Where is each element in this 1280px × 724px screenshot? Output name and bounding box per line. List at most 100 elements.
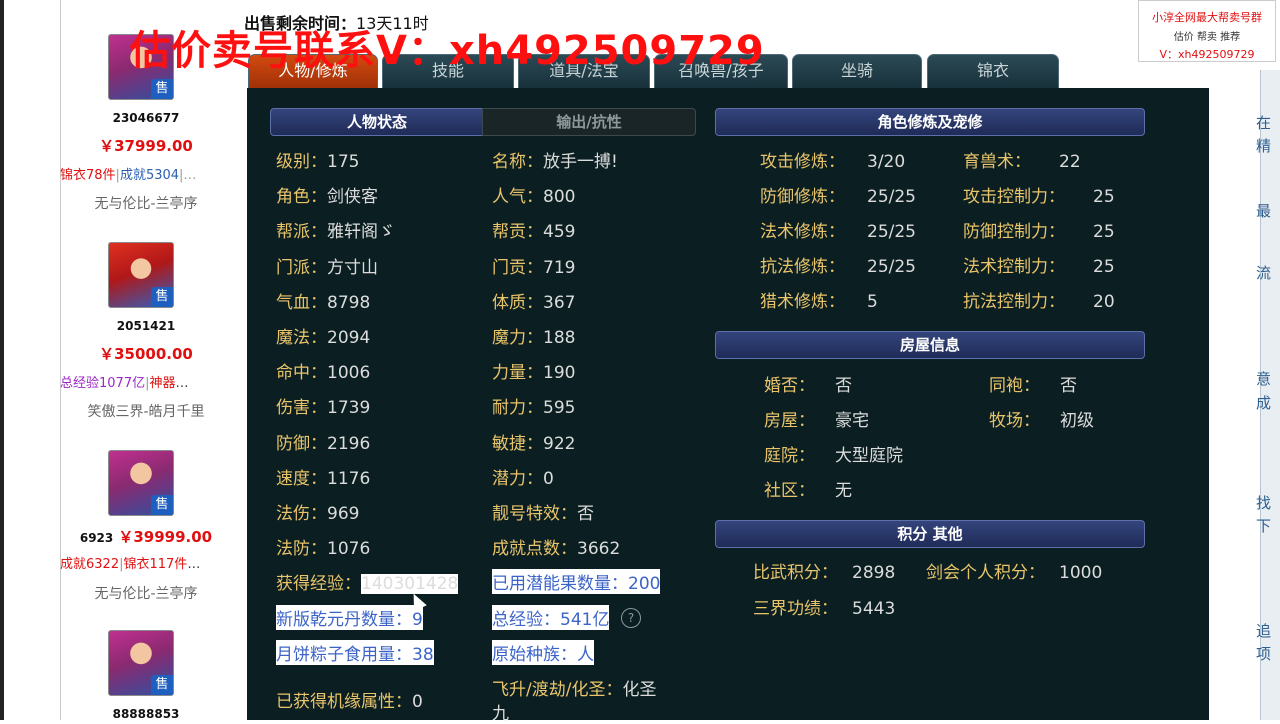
stat-row: 同袍： 否	[989, 371, 1077, 396]
tag: 锦衣78件	[60, 168, 116, 183]
sale-badge: 售	[151, 495, 173, 515]
stat-row: 门派：方寸山	[276, 253, 378, 278]
ad-box[interactable]: 小淳全网最大帮卖号群 估价 帮卖 推荐 V：xh492509729	[1138, 0, 1276, 62]
stat-row: 成就点数：3662	[492, 534, 620, 559]
stat-label: 帮贡：	[492, 222, 543, 243]
stat-row: 抗法修炼： 25/25	[760, 252, 916, 277]
stat-row: 九	[492, 699, 509, 724]
sale-badge: 售	[151, 287, 173, 307]
listing-card[interactable]: 售 6923 ￥39999.00 成就6322|锦衣117件… 无与伦比-兰亭序	[60, 448, 232, 608]
stat-value: 175	[327, 152, 360, 172]
stat-label: 帮派：	[276, 222, 327, 243]
stat-label: 育兽术：	[963, 152, 1031, 172]
tag: 锦衣117件	[123, 557, 188, 572]
stat-label: 体质：	[492, 292, 543, 313]
listing-card[interactable]: 售 88888853	[60, 630, 232, 721]
stat-value: 化圣	[622, 680, 657, 700]
sidebar-fragment[interactable]: 项	[1256, 643, 1280, 664]
stat-row: 已获得机缘属性：0	[276, 687, 423, 712]
section-score: 积分 其他	[715, 520, 1145, 548]
subtab-status[interactable]: 人物状态	[270, 108, 484, 136]
stat-row: 耐力：595	[492, 393, 575, 418]
stat-value: 1176	[327, 468, 371, 489]
stat-label: 速度：	[276, 468, 327, 489]
sidebar-fragment[interactable]: 精	[1256, 135, 1280, 156]
listing-id: 23046677	[112, 111, 180, 125]
stat-label: 同袍：	[989, 376, 1040, 396]
stat-label: 法术修炼：	[760, 222, 845, 242]
stat-label: 获得经验：	[276, 574, 361, 595]
stat-value: 1076	[327, 539, 371, 560]
stat-label: 已获得机缘属性：	[276, 692, 412, 712]
stat-label: 社区：	[764, 481, 815, 501]
stat-label: 法防：	[276, 539, 327, 560]
stat-label: 法术控制力：	[963, 257, 1065, 277]
avatar[interactable]: 售	[108, 450, 174, 516]
stat-value: 1006	[327, 363, 371, 384]
avatar[interactable]: 售	[108, 630, 174, 696]
stat-value: 剑侠客	[327, 187, 378, 208]
stat-value: 2094	[327, 328, 371, 348]
stat-row: 防御修炼： 25/25	[760, 182, 916, 207]
stat-row: 获得经验：140301428	[276, 569, 459, 595]
stat-value: 25	[1093, 187, 1115, 207]
help-icon[interactable]: ?	[621, 608, 641, 628]
stat-row: 法术修炼： 25/25	[760, 217, 916, 242]
stat-value: 3/20	[867, 152, 906, 172]
listing-card[interactable]: 售 2051421 ￥35000.00 总经验1077亿|神器… 笑傲三界-皓月…	[60, 240, 232, 425]
stat-label: 人气：	[492, 187, 543, 208]
stat-label: 防御：	[276, 433, 327, 454]
stat-label: 攻击控制力：	[963, 187, 1065, 207]
stat-value: 豪宅	[835, 411, 869, 431]
sidebar-fragment[interactable]: 在	[1256, 112, 1280, 133]
sidebar-fragment[interactable]: 追	[1256, 620, 1280, 641]
listing-tags: 锦衣78件|成就5304|…	[60, 168, 197, 183]
sidebar-fragment[interactable]: 成	[1256, 392, 1280, 413]
stat-label: 庭院：	[764, 446, 815, 466]
stat-value: 190	[543, 363, 576, 384]
listing-id: 88888853	[112, 707, 180, 721]
stat-value: 25	[1093, 257, 1115, 277]
sidebar-fragment[interactable]: 最	[1256, 200, 1280, 221]
stat-label: 级别：	[276, 152, 327, 172]
stat-value: 九	[492, 704, 509, 724]
stat-label: 命中：	[276, 363, 327, 384]
stat-row: 气血：8798	[276, 288, 370, 313]
stat-value: 人	[577, 644, 594, 665]
stat-value: 5	[867, 292, 878, 312]
sidebar-fragment[interactable]: 下	[1256, 515, 1280, 536]
tag: 成就5304	[119, 168, 180, 183]
stat-row: 级别：175	[276, 147, 359, 172]
stat-value: 969	[327, 504, 360, 524]
sidebar-fragment[interactable]: 意	[1256, 368, 1280, 389]
tab-outfits[interactable]: 锦衣	[927, 54, 1059, 89]
avatar[interactable]: 售	[108, 242, 174, 308]
tab-mounts[interactable]: 坐骑	[792, 54, 922, 89]
stat-value: 188	[543, 328, 576, 348]
stat-row: 法术控制力： 25	[963, 252, 1115, 277]
stat-label: 伤害：	[276, 398, 327, 419]
stat-row: 社区： 无	[764, 476, 852, 501]
stat-label: 飞升/渡劫/化圣：	[492, 680, 623, 700]
stat-label: 力量：	[492, 363, 543, 384]
stat-label: 敏捷：	[492, 433, 543, 454]
stat-value: 25/25	[867, 257, 916, 277]
sidebar-fragment[interactable]: 流	[1256, 262, 1280, 283]
stat-label: 攻击修炼：	[760, 152, 845, 172]
stat-label: 猎术修炼：	[760, 292, 845, 312]
stat-value: 2196	[327, 433, 371, 454]
stat-value: 8798	[327, 292, 371, 313]
stat-value: 459	[543, 222, 576, 243]
sidebar-fragment[interactable]: 找	[1256, 492, 1280, 513]
stat-value: 367	[543, 292, 576, 313]
stat-row: 房屋： 豪宅	[764, 406, 869, 431]
stat-label: 魔力：	[492, 328, 543, 348]
stat-row: 防御：2196	[276, 429, 370, 454]
listing-id: 6923	[79, 531, 114, 545]
stat-row: 命中：1006	[276, 358, 370, 383]
stat-label: 门派：	[276, 257, 327, 278]
listing-column: 售 23046677 ￥37999.00 锦衣78件|成就5304|… 无与伦比…	[0, 0, 232, 721]
score-arena: 剑会个人积分： 1000	[926, 563, 1103, 583]
subtab-output[interactable]: 输出/抗性	[482, 108, 696, 136]
stat-value: 无	[835, 481, 852, 501]
